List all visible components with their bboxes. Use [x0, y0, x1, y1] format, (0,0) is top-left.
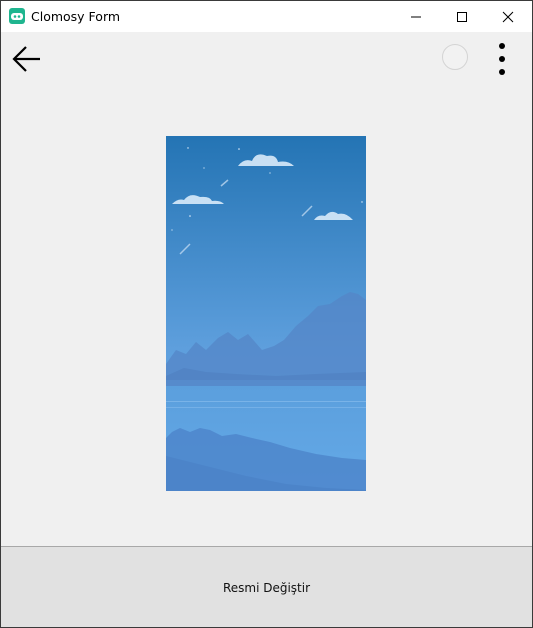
circle-icon[interactable] — [442, 44, 468, 70]
maximize-icon — [457, 11, 467, 22]
back-button[interactable] — [9, 41, 45, 77]
minimize-button[interactable] — [393, 1, 439, 32]
more-vertical-icon — [499, 43, 505, 75]
close-icon — [502, 11, 514, 22]
menu-button[interactable] — [490, 41, 514, 77]
change-image-label: Resmi Değiştir — [222, 580, 311, 595]
change-image-button[interactable]: Resmi Değiştir — [1, 546, 532, 627]
sky-landscape-image — [166, 136, 366, 491]
close-button[interactable] — [485, 1, 531, 32]
minimize-icon — [411, 16, 421, 17]
arrow-left-icon — [12, 46, 40, 72]
window-title: Clomosy Form — [31, 9, 121, 24]
clomosy-app-icon — [9, 8, 25, 24]
maximize-button[interactable] — [439, 1, 485, 32]
title-bar: Clomosy Form — [1, 1, 532, 32]
app-window: Clomosy Form Resmi Değiştir — [0, 0, 533, 628]
